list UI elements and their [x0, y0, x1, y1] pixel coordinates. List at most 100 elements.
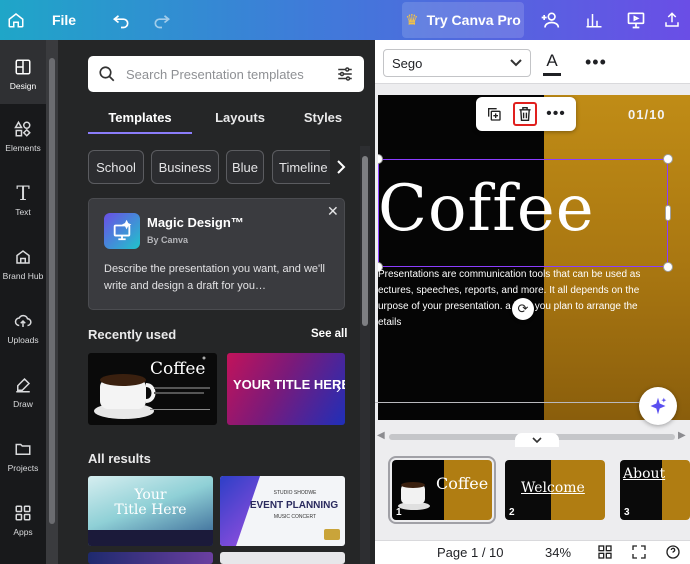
template-thumbnail[interactable]: YOUR TITLE HERE [227, 353, 345, 425]
insights-button[interactable] [580, 0, 608, 40]
chip-timeline[interactable]: Timeline [272, 150, 338, 184]
rail-item-brand-hub[interactable]: Brand Hub [0, 246, 46, 281]
undo-button[interactable] [109, 0, 133, 40]
chip-school[interactable]: School [88, 150, 144, 184]
template-title: Your Title Here [114, 487, 187, 518]
uploads-icon [12, 310, 34, 332]
scroll-right-icon[interactable]: ▶ [678, 430, 686, 441]
grid-view-icon[interactable] [597, 544, 613, 563]
panel-scrollbar-thumb[interactable] [362, 156, 368, 326]
filter-icon[interactable] [336, 65, 354, 83]
template-thumbnail[interactable]: STUDIO SHODWE EVENT PLANNING MUSIC CONCE… [220, 476, 345, 546]
help-icon[interactable] [665, 544, 681, 563]
slide-title[interactable]: Coffee [378, 177, 678, 241]
sparkle-icon [650, 397, 667, 415]
crown-icon: ♛ [405, 12, 419, 29]
active-tab-indicator [88, 132, 192, 134]
rail-item-uploads[interactable]: Uploads [0, 310, 46, 345]
recently-used-heading: Recently used [88, 327, 177, 342]
rail-label: Text [15, 207, 31, 217]
try-canva-pro-button[interactable]: ♛ Try Canva Pro [402, 2, 524, 38]
panel-resize-gutter[interactable] [46, 40, 58, 564]
slide-canvas[interactable]: 01/10 ••• Coffee Presentations are commu… [378, 95, 690, 420]
rail-item-apps[interactable]: Apps [0, 502, 46, 537]
rail-label: Apps [13, 527, 33, 537]
chevron-right-icon [337, 160, 346, 174]
tab-layouts[interactable]: Layouts [200, 100, 280, 134]
chip-blue[interactable]: Blue [226, 150, 264, 184]
home-icon [8, 13, 24, 28]
template-title: EVENT PLANNING [249, 500, 339, 511]
fullscreen-icon[interactable] [631, 544, 647, 563]
context-toolbar: Sego A ••• [375, 40, 690, 84]
page-thumbnail[interactable]: Welcome 2 [505, 460, 605, 520]
collaborate-button[interactable] [536, 0, 564, 40]
status-footer: Page 1 / 10 34% [375, 540, 690, 564]
duplicate-button[interactable] [482, 102, 506, 126]
home-button[interactable] [2, 0, 30, 40]
page-thumbnail[interactable]: Coffee 1 [388, 456, 496, 524]
chips-next-button[interactable] [330, 150, 352, 184]
chevron-down-icon [510, 59, 522, 67]
font-selector[interactable]: Sego [383, 49, 531, 77]
projects-icon [12, 438, 34, 460]
redo-icon [154, 15, 171, 29]
template-thumbnail[interactable] [220, 552, 345, 564]
scroll-left-icon[interactable]: ◀ [377, 430, 385, 441]
zoom-level[interactable]: 34% [545, 545, 571, 560]
page-indicator[interactable]: Page 1 / 10 [437, 545, 504, 560]
more-icon[interactable]: ••• [544, 102, 568, 126]
all-results-heading: All results [88, 451, 151, 466]
rail-label: Elements [5, 143, 41, 153]
more-options-icon[interactable]: ••• [585, 52, 607, 73]
magic-design-card[interactable]: Magic Design™ By Canva ✕ Describe the pr… [88, 198, 345, 310]
magic-assistant-button[interactable] [639, 387, 677, 425]
present-icon [627, 12, 645, 29]
canvas-area: Sego A ••• 01/10 ••• Coffee Presentation… [375, 40, 690, 564]
crown-badge-icon [324, 529, 340, 540]
share-icon [665, 12, 679, 27]
collapse-pages-button[interactable] [515, 433, 559, 447]
analytics-icon [586, 14, 602, 28]
undo-icon [112, 15, 129, 29]
see-all-link[interactable]: See all [311, 328, 347, 340]
rail-label: Uploads [7, 335, 39, 345]
template-thumbnail[interactable]: Your Title Here [88, 476, 213, 546]
close-icon[interactable]: ✕ [327, 203, 339, 220]
rotate-handle-icon[interactable]: ⟳ [512, 298, 534, 320]
template-thumbnail[interactable] [88, 552, 213, 564]
page-number: 3 [624, 507, 630, 518]
page-thumbnail[interactable]: About 3 [620, 460, 690, 520]
apps-icon [12, 502, 34, 524]
rail-item-draw[interactable]: Draw [0, 374, 46, 409]
redo-button[interactable] [150, 0, 174, 40]
resize-handle[interactable] [663, 262, 673, 272]
resize-handle[interactable] [663, 154, 673, 164]
draw-icon [12, 374, 34, 396]
templates-panel: Search Presentation templates Templates … [46, 40, 375, 564]
rail-item-text[interactable]: T Text [0, 181, 46, 217]
tab-styles[interactable]: Styles [288, 100, 358, 134]
search-input[interactable]: Search Presentation templates [126, 67, 336, 82]
template-title: YOUR TITLE HERE [233, 377, 345, 392]
design-icon [12, 56, 34, 78]
elements-icon [12, 118, 34, 140]
rail-item-projects[interactable]: Projects [0, 438, 46, 473]
rail-item-elements[interactable]: Elements [0, 118, 46, 153]
text-color-button[interactable]: A [541, 48, 563, 78]
try-canva-pro-label: Try Canva Pro [426, 12, 521, 28]
present-button[interactable] [622, 0, 650, 40]
template-thumbnail[interactable]: Coffee [88, 353, 217, 425]
chip-business[interactable]: Business [151, 150, 219, 184]
floating-toolbar: ••• [476, 97, 576, 131]
share-button[interactable] [658, 0, 686, 40]
tab-templates[interactable]: Templates [88, 100, 192, 134]
panel-scrollbar[interactable] [360, 146, 370, 564]
search-box[interactable]: Search Presentation templates [88, 56, 364, 92]
file-menu[interactable]: File [52, 0, 76, 40]
recent-next-chevron-icon[interactable]: › [336, 380, 341, 396]
slide-body-text[interactable]: Presentations are communication tools th… [378, 267, 653, 331]
rail-item-design[interactable]: Design [0, 40, 46, 104]
delete-button[interactable] [513, 102, 537, 126]
gutter-thumb[interactable] [49, 58, 55, 524]
